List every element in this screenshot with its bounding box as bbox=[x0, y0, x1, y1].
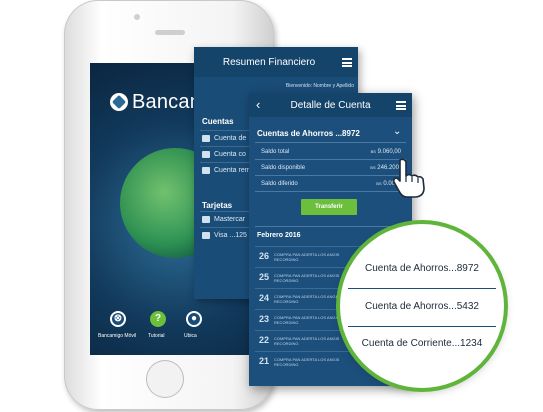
transaction-sub: RECORDING bbox=[274, 257, 299, 262]
phone-speaker bbox=[155, 30, 185, 35]
section-cuentas: Cuentas bbox=[202, 117, 234, 126]
card-icon bbox=[202, 231, 210, 239]
bottom-item-label: Ubica bbox=[184, 333, 197, 339]
list-item-label: Visa ...125 bbox=[214, 232, 247, 239]
transaction-day: 21 bbox=[259, 356, 270, 366]
bottom-item-label: Tutorial bbox=[148, 333, 165, 339]
transaction-sub: RECORDING bbox=[274, 299, 299, 304]
transfer-button[interactable]: Transferir bbox=[301, 199, 357, 215]
currency-prefix: BS bbox=[370, 165, 376, 170]
greeting-text: Bienvenido: Nombre y Apellido bbox=[285, 83, 354, 89]
help-icon[interactable]: ? bbox=[150, 311, 166, 327]
chevron-down-icon[interactable]: ⌄ bbox=[393, 126, 401, 137]
transaction-text: COMPRA PAN ADERTA LOS ANGIS RECORDING bbox=[274, 315, 339, 325]
divider bbox=[255, 159, 406, 160]
transaction-text: COMPRA PAN ADERTA LOS ANGIS RECORDING bbox=[274, 336, 339, 346]
bottom-item-label: Bancamigo Móvil bbox=[98, 333, 137, 339]
detalle-header: ‹ Detalle de Cuenta bbox=[249, 93, 412, 117]
account-option[interactable]: Cuenta de Ahorros...8972 bbox=[340, 263, 504, 274]
saldo-value: BS 9.060,00 bbox=[359, 149, 401, 155]
list-icon bbox=[202, 150, 210, 158]
currency-prefix: BS bbox=[370, 149, 376, 154]
pointer-hand-icon bbox=[393, 158, 425, 198]
transaction-sub: RECORDING bbox=[274, 278, 299, 283]
divider bbox=[348, 326, 496, 327]
coin-icon bbox=[202, 166, 210, 174]
page-title: Resumen Financiero bbox=[222, 57, 316, 68]
month-header: Febrero 2016 bbox=[257, 232, 301, 239]
divider bbox=[255, 142, 406, 143]
resumen-header: Resumen Financiero bbox=[194, 47, 358, 77]
divider bbox=[348, 288, 496, 289]
transaction-day: 25 bbox=[259, 272, 270, 282]
divider bbox=[255, 191, 406, 192]
section-tarjetas: Tarjetas bbox=[202, 201, 233, 210]
transaction-text: COMPRA PAN ADERTA LOS ANGIS RECORDING bbox=[274, 357, 339, 367]
list-item-label: Mastercar bbox=[214, 216, 246, 223]
currency-prefix: BS bbox=[376, 181, 382, 186]
transaction-text: COMPRA PAN ADERTA LOS ANGIS RECORDING bbox=[274, 252, 339, 262]
transaction-text: COMPRA PAN ADERTA LOS ANGIS RECORDING bbox=[274, 273, 339, 283]
saldo-label: Saldo disponible bbox=[261, 165, 306, 171]
bank-logo-icon bbox=[110, 93, 128, 111]
list-item-label: Cuenta co bbox=[214, 151, 246, 158]
account-selector[interactable]: Cuentas de Ahorros ...8972 bbox=[257, 129, 360, 138]
card-icon bbox=[202, 215, 210, 223]
home-bottom-bar: ⊗ Bancamigo Móvil ? Tutorial ● Ubica bbox=[90, 311, 250, 355]
transaction-sub: RECORDING bbox=[274, 320, 299, 325]
account-option[interactable]: Cuenta de Ahorros...5432 bbox=[340, 301, 504, 312]
transaction-day: 22 bbox=[259, 335, 270, 345]
divider bbox=[255, 175, 406, 176]
saldo-amount: 9.060,00 bbox=[377, 149, 401, 155]
card-icon bbox=[202, 134, 210, 142]
transaction-text: COMPRA PAN ADERTA LOS ANGIS RECORDING bbox=[274, 294, 339, 304]
list-item-label: Cuenta rem bbox=[214, 167, 251, 174]
transaction-day: 26 bbox=[259, 251, 270, 261]
home-button[interactable] bbox=[146, 360, 184, 398]
saldo-value: BS 0.00 bbox=[361, 181, 395, 187]
divider bbox=[255, 226, 406, 227]
menu-icon[interactable] bbox=[342, 58, 352, 67]
saldo-label: Saldo total bbox=[261, 149, 290, 155]
account-option[interactable]: Cuenta de Corriente...1234 bbox=[340, 338, 504, 349]
menu-icon[interactable] bbox=[396, 101, 406, 110]
transaction-day: 24 bbox=[259, 293, 270, 303]
transaction-day: 23 bbox=[259, 314, 270, 324]
location-icon[interactable]: ● bbox=[186, 311, 202, 327]
bank-icon[interactable]: ⊗ bbox=[110, 311, 126, 327]
transaction-sub: RECORDING bbox=[274, 341, 299, 346]
account-picker-popup: Cuenta de Ahorros...8972 Cuenta de Ahorr… bbox=[340, 224, 504, 388]
list-item-label: Cuenta de bbox=[214, 135, 247, 142]
front-camera bbox=[134, 14, 140, 20]
saldo-label: Saldo diferido bbox=[261, 181, 298, 187]
page-title: Detalle de Cuenta bbox=[290, 100, 371, 111]
transaction-sub: RECORDING bbox=[274, 362, 299, 367]
